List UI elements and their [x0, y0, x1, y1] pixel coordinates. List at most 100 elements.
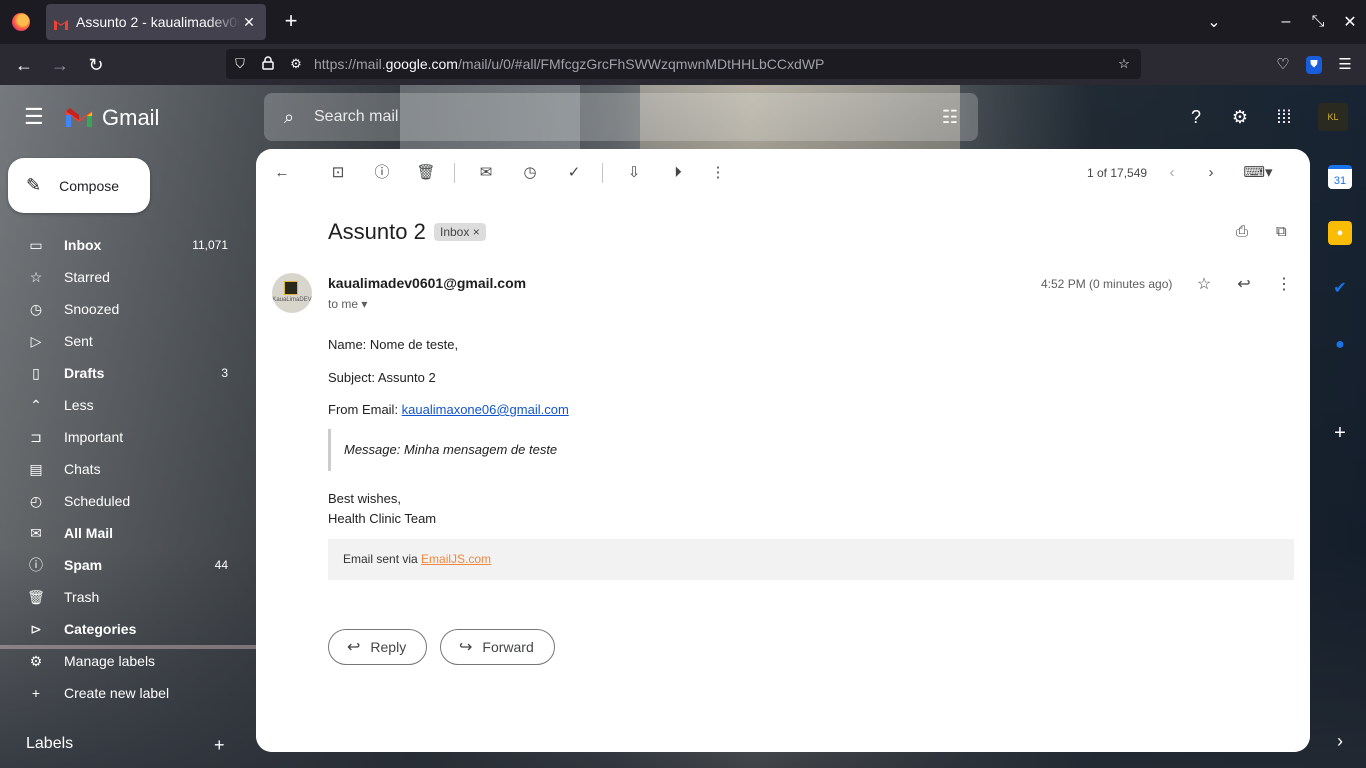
- new-tab-button[interactable]: +: [280, 10, 302, 32]
- contacts-icon[interactable]: ●: [1328, 333, 1352, 357]
- url-text[interactable]: https://mail.google.com/mail/u/0/#all/FM…: [310, 56, 1107, 72]
- reply-button[interactable]: ↩ Reply: [328, 629, 428, 665]
- forward-button[interactable]: ↪ Forward: [440, 629, 555, 665]
- send-icon: ▷: [30, 332, 42, 349]
- sidebar-item-snoozed[interactable]: ◷ Snoozed: [0, 293, 240, 325]
- permissions-icon[interactable]: ⚙: [282, 56, 310, 72]
- add-task-icon[interactable]: ✓: [562, 161, 586, 185]
- search-icon[interactable]: ⌕: [264, 107, 314, 128]
- help-icon[interactable]: ?: [1184, 105, 1208, 129]
- spam-icon: ⓘ: [29, 557, 43, 573]
- important-icon: ⊐: [30, 428, 42, 445]
- window-close-icon[interactable]: ✕: [1334, 12, 1366, 32]
- message-panel: ← ⊡ ⓘ 🗑 ✉ ◷ ✓ ⇩ ⏵ ⋮ 1 of 17,549 ‹ › ⌨▾ A…: [256, 149, 1310, 752]
- bitwarden-icon[interactable]: ⛊: [1306, 56, 1322, 74]
- sidebar-item-less[interactable]: ⌃ Less: [0, 389, 240, 421]
- sidebar-item-label: Snoozed: [64, 301, 120, 317]
- lock-icon[interactable]: [254, 55, 282, 73]
- window-controls: ⌄ – ⤡ ✕: [1198, 0, 1366, 44]
- print-icon[interactable]: ⎙: [1236, 223, 1248, 240]
- pocket-icon[interactable]: ♡: [1270, 52, 1296, 78]
- account-avatar[interactable]: KL: [1318, 103, 1348, 131]
- browser-tab-active[interactable]: Assunto 2 - kaualimadev0601@gmail.com ✕: [46, 4, 266, 40]
- tasks-icon[interactable]: ✔: [1328, 277, 1352, 301]
- tab-close-icon[interactable]: ✕: [240, 14, 258, 31]
- older-icon[interactable]: ›: [1199, 161, 1223, 185]
- minimize-icon[interactable]: –: [1270, 13, 1302, 31]
- keep-icon[interactable]: ●: [1328, 221, 1352, 245]
- move-to-icon[interactable]: ⇩: [622, 161, 646, 185]
- sidebar-item-inbox[interactable]: ▭ Inbox 11,071: [0, 229, 240, 261]
- search-bar[interactable]: ⌕ Search mail ☷: [264, 93, 978, 141]
- add-label-icon[interactable]: +: [214, 735, 225, 756]
- star-message-icon[interactable]: ☆: [1192, 273, 1216, 297]
- gmail-app: ☰ Gmail ⌕ Search mail ☷ ? ⚙ ⁞⁞⁞ KL ✎ Com…: [0, 85, 1366, 768]
- settings-gear-icon[interactable]: ⚙: [1228, 105, 1252, 129]
- show-side-panel-icon[interactable]: ›: [1328, 729, 1352, 753]
- tab-list-icon[interactable]: ⌄: [1198, 12, 1230, 32]
- back-to-list-icon[interactable]: ←: [270, 161, 294, 185]
- sidebar-item-spam[interactable]: ⓘ Spam 44: [0, 549, 240, 581]
- firefox-icon[interactable]: [12, 13, 30, 31]
- gmail-logo[interactable]: Gmail: [64, 105, 159, 131]
- emailjs-link[interactable]: EmailJS.com: [421, 552, 491, 566]
- sidebar-item-all-mail[interactable]: ✉ All Mail: [0, 517, 240, 549]
- delete-icon[interactable]: 🗑: [414, 161, 438, 185]
- message-more-icon[interactable]: ⋮: [1272, 273, 1296, 297]
- more-actions-icon[interactable]: ⋮: [706, 161, 730, 185]
- snooze-icon[interactable]: ◷: [518, 161, 542, 185]
- input-tools-icon[interactable]: ⌨▾: [1238, 161, 1278, 185]
- restore-icon[interactable]: ⤡: [1302, 13, 1334, 31]
- back-icon[interactable]: ←: [11, 52, 37, 78]
- sidebar-item-sent[interactable]: ▷ Sent: [0, 325, 240, 357]
- get-addons-icon[interactable]: +: [1328, 421, 1352, 445]
- sidebar-item-create-new-label[interactable]: + Create new label: [0, 677, 240, 709]
- body-line-from: From Email: kaualimaxone06@gmail.com: [328, 402, 569, 417]
- sender-avatar[interactable]: KauaLimaDEV: [272, 273, 312, 313]
- sidebar-item-categories[interactable]: ⊳ Categories: [0, 613, 240, 645]
- bookmark-star-icon[interactable]: ☆: [1107, 56, 1141, 72]
- reply-icon[interactable]: ↩: [1232, 273, 1256, 297]
- apps-grid-icon[interactable]: ⁞⁞⁞: [1272, 105, 1296, 129]
- search-options-icon[interactable]: ☷: [922, 107, 978, 128]
- archive-icon[interactable]: ⊡: [326, 161, 350, 185]
- browser-toolbar-right: ♡ ⛊ ☰: [1270, 52, 1358, 78]
- sidebar-item-label: Important: [64, 429, 124, 445]
- gmail-m-icon: [64, 107, 94, 129]
- shield-icon[interactable]: ⛉: [226, 56, 254, 72]
- pagination-text: 1 of 17,549: [1087, 166, 1148, 180]
- forward-icon[interactable]: →: [47, 52, 73, 78]
- app-name: Gmail: [102, 105, 160, 130]
- calendar-icon[interactable]: 31: [1328, 165, 1352, 189]
- sidebar-item-starred[interactable]: ☆ Starred: [0, 261, 240, 293]
- recipients-toggle[interactable]: to me ▾: [328, 297, 367, 311]
- sidebar-item-trash[interactable]: 🗑 Trash: [0, 581, 240, 613]
- labels-icon[interactable]: ⏵: [666, 161, 690, 185]
- sidebar-item-label: Categories: [64, 621, 137, 637]
- clock-icon: ◷: [29, 300, 43, 317]
- search-input[interactable]: Search mail: [314, 108, 922, 126]
- sender-address[interactable]: kaualimadev0601@gmail.com: [328, 275, 526, 291]
- sidebar-item-label: All Mail: [64, 525, 114, 541]
- mark-unread-icon[interactable]: ✉: [474, 161, 498, 185]
- sidebar-item-scheduled[interactable]: ◴ Scheduled: [0, 485, 240, 517]
- compose-button[interactable]: ✎ Compose: [8, 158, 150, 213]
- newer-icon[interactable]: ‹: [1160, 161, 1184, 185]
- star-icon: ☆: [29, 268, 43, 285]
- from-email-link[interactable]: kaualimaxone06@gmail.com: [402, 402, 569, 417]
- main-menu-icon[interactable]: ☰: [24, 106, 48, 128]
- app-menu-icon[interactable]: ☰: [1332, 52, 1358, 78]
- open-new-window-icon[interactable]: ⧉: [1276, 223, 1287, 240]
- sidebar-item-drafts[interactable]: ▯ Drafts 3: [0, 357, 240, 389]
- sidebar-item-count: 11,071: [192, 238, 228, 252]
- sidebar-item-count: 44: [214, 558, 228, 572]
- url-bar[interactable]: ⛉ ⚙ https://mail.google.com/mail/u/0/#al…: [226, 49, 1141, 79]
- inbox-label-chip[interactable]: Inbox ×: [434, 223, 486, 241]
- sidebar-item-manage-labels[interactable]: ⚙ Manage labels: [0, 645, 240, 677]
- closing-line-2: Health Clinic Team: [328, 511, 437, 526]
- report-spam-icon[interactable]: ⓘ: [370, 161, 394, 185]
- remove-label-icon[interactable]: ×: [473, 225, 480, 239]
- sidebar-item-chats[interactable]: ▤ Chats: [0, 453, 240, 485]
- sidebar-item-important[interactable]: ⊐ Important: [0, 421, 240, 453]
- reload-icon[interactable]: ↻: [83, 52, 109, 78]
